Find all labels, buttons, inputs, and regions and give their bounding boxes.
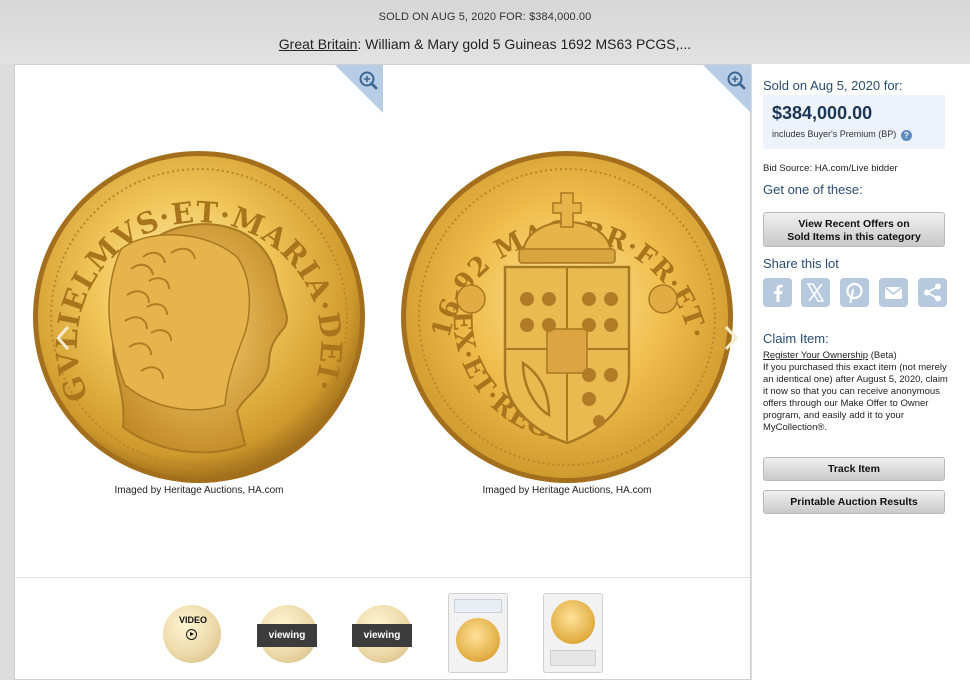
viewing-badge: viewing xyxy=(352,624,412,647)
track-item-button[interactable]: Track Item xyxy=(763,457,945,481)
email-icon[interactable] xyxy=(879,278,908,307)
beta-label: (Beta) xyxy=(868,350,897,361)
share-buttons xyxy=(763,278,948,308)
offers-button-line-1: View Recent Offers on xyxy=(798,218,910,230)
pcgs-slab-image xyxy=(543,593,603,673)
share-heading: Share this lot xyxy=(763,256,839,271)
lot-header: SOLD ON AUG 5, 2020 FOR: $384,000.00 Gre… xyxy=(0,0,970,64)
obverse-image-card[interactable]: GVLIELMVS·ET·MARIA·DEI·GRATIA Imaged by … xyxy=(15,65,383,505)
facebook-icon[interactable] xyxy=(763,278,792,307)
next-image-arrow[interactable] xyxy=(721,323,741,353)
price-box: $384,000.00 includes Buyer's Premium (BP… xyxy=(763,95,945,149)
viewing-badge: viewing xyxy=(257,624,317,647)
lot-title-text: : William & Mary gold 5 Guineas 1692 MS6… xyxy=(357,36,692,52)
claim-body: If you purchased this exact item (not me… xyxy=(763,362,948,433)
pinterest-icon[interactable] xyxy=(840,278,869,307)
sold-heading: Sold on Aug 5, 2020 for: xyxy=(763,78,903,93)
image-credit: Imaged by Heritage Auctions, HA.com xyxy=(482,485,652,496)
category-link[interactable]: Great Britain xyxy=(279,36,358,52)
slab-thumbnail-back[interactable] xyxy=(543,593,603,673)
video-label: VIDEO xyxy=(178,615,207,625)
reverse-coin: 16 92 MAG·BR·FR·ET·HIB· REX·ET·REGINA· xyxy=(399,149,733,483)
video-thumbnail[interactable]: VIDEO xyxy=(163,605,223,665)
x-icon[interactable] xyxy=(801,278,830,307)
coin-images: GVLIELMVS·ET·MARIA·DEI·GRATIA Imaged by … xyxy=(15,65,751,577)
buyers-premium-text: includes Buyer's Premium (BP) xyxy=(772,129,897,139)
share-icon[interactable] xyxy=(918,278,947,307)
claim-description: Register Your Ownership (Beta) If you pu… xyxy=(763,350,953,434)
image-credit: Imaged by Heritage Auctions, HA.com xyxy=(114,485,284,496)
thumbnail-strip: VIDEO viewing viewing xyxy=(15,578,750,680)
get-one-heading: Get one of these: xyxy=(763,182,863,197)
claim-heading: Claim Item: xyxy=(763,331,829,346)
bid-source: Bid Source: HA.com/Live bidder xyxy=(763,163,898,174)
printable-results-button[interactable]: Printable Auction Results xyxy=(763,490,945,514)
buyers-premium-note: includes Buyer's Premium (BP) ? xyxy=(772,129,912,141)
image-gallery: GVLIELMVS·ET·MARIA·DEI·GRATIA Imaged by … xyxy=(14,64,751,680)
slab-thumbnail-front[interactable] xyxy=(448,593,508,673)
thumbnail-viewing-2[interactable]: viewing xyxy=(352,605,414,665)
offers-button-line-2: Sold Items in this category xyxy=(787,231,921,243)
sold-summary: SOLD ON AUG 5, 2020 FOR: $384,000.00 xyxy=(378,11,592,23)
thumbnail-viewing-1[interactable]: viewing xyxy=(257,605,319,665)
lot-title: Great Britain: William & Mary gold 5 Gui… xyxy=(0,36,970,52)
pcgs-slab-image xyxy=(448,593,508,673)
view-recent-offers-button[interactable]: View Recent Offers on Sold Items in this… xyxy=(763,212,945,247)
lot-sidebar: Sold on Aug 5, 2020 for: $384,000.00 inc… xyxy=(752,64,970,680)
sale-price: $384,000.00 xyxy=(772,103,873,123)
obverse-coin: GVLIELMVS·ET·MARIA·DEI·GRATIA xyxy=(31,149,365,483)
register-ownership-link[interactable]: Register Your Ownership xyxy=(763,350,868,361)
help-icon[interactable]: ? xyxy=(900,130,912,141)
zoom-in-icon[interactable] xyxy=(335,65,383,113)
zoom-in-icon[interactable] xyxy=(703,65,751,113)
previous-image-arrow[interactable] xyxy=(53,323,73,353)
play-icon xyxy=(186,629,197,640)
reverse-image-card[interactable]: 16 92 MAG·BR·FR·ET·HIB· REX·ET·REGINA· xyxy=(383,65,751,505)
